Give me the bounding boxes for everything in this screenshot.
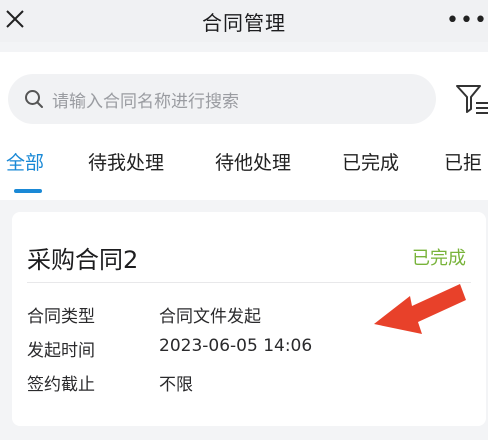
search-input[interactable]: 请输入合同名称进行搜索 bbox=[8, 74, 436, 124]
search-panel: 请输入合同名称进行搜索 全部 待我处理 待他处理 已完成 已拒 bbox=[0, 52, 488, 200]
status-tabs: 全部 待我处理 待他处理 已完成 已拒 bbox=[0, 148, 488, 188]
tab-rejected[interactable]: 已拒 bbox=[444, 148, 482, 175]
field-value: 2023-06-05 14:06 bbox=[159, 336, 313, 356]
tab-pending-me[interactable]: 待我处理 bbox=[88, 148, 164, 175]
contract-title: 采购合同2 bbox=[27, 246, 139, 274]
red-arrow-icon bbox=[374, 284, 466, 334]
tab-pending-others[interactable]: 待他处理 bbox=[215, 148, 291, 175]
field-value: 不限 bbox=[159, 375, 193, 395]
field-label: 合同类型 bbox=[27, 307, 95, 327]
active-tab-indicator bbox=[14, 189, 42, 193]
status-badge: 已完成 bbox=[412, 248, 466, 269]
close-icon[interactable] bbox=[0, 4, 30, 34]
field-label: 签约截止 bbox=[27, 375, 95, 395]
page-title: 合同管理 bbox=[202, 10, 286, 35]
field-value: 合同文件发起 bbox=[159, 307, 261, 327]
top-bar: 合同管理 ••• bbox=[0, 0, 488, 42]
tab-all[interactable]: 全部 bbox=[6, 148, 44, 175]
tab-completed[interactable]: 已完成 bbox=[342, 148, 399, 175]
more-icon[interactable]: ••• bbox=[446, 8, 487, 33]
field-label: 发起时间 bbox=[27, 341, 95, 361]
search-icon bbox=[25, 90, 43, 108]
filter-icon[interactable] bbox=[454, 82, 488, 116]
search-placeholder: 请输入合同名称进行搜索 bbox=[52, 91, 239, 112]
